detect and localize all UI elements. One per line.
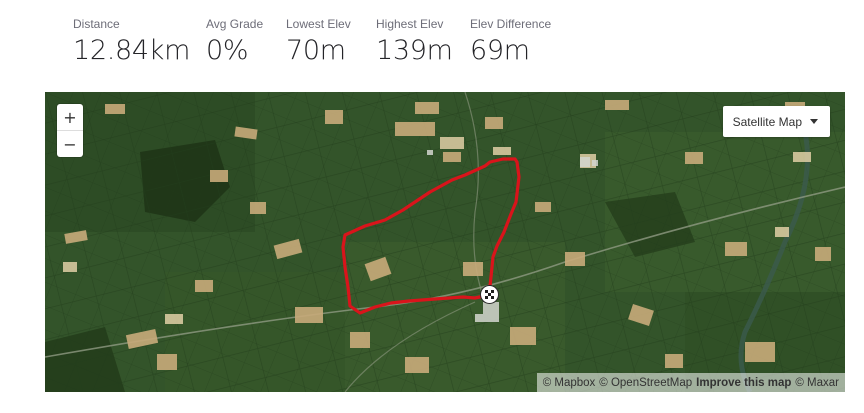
checkered-flag-icon: [482, 287, 497, 302]
zoom-out-button[interactable]: −: [57, 130, 83, 157]
stat-elev-difference-label: Elev Difference: [470, 17, 552, 31]
stat-distance-value: 12.84km: [73, 35, 191, 66]
zoom-in-button[interactable]: +: [57, 104, 83, 130]
stat-lowest-elev: Lowest Elev 70m: [286, 17, 351, 66]
caret-down-icon: [810, 119, 818, 124]
stat-lowest-elev-label: Lowest Elev: [286, 17, 351, 31]
stat-highest-elev: Highest Elev 139m: [376, 17, 453, 66]
stat-avg-grade-value: 0%: [206, 35, 249, 66]
stat-highest-elev-value: 139m: [376, 35, 453, 66]
map-attribution: © Mapbox © OpenStreetMap Improve this ma…: [536, 373, 845, 392]
maxar-attribution-link[interactable]: © Maxar: [795, 377, 839, 389]
route-map[interactable]: + − Satellite Map © Mapbox © OpenStreetM…: [45, 92, 845, 392]
zoom-controls: + −: [57, 104, 83, 157]
osm-attribution-link[interactable]: © OpenStreetMap: [599, 377, 692, 389]
satellite-imagery[interactable]: [45, 92, 845, 392]
route-stats: Distance 12.84km Avg Grade 0% Lowest Ele…: [0, 0, 864, 92]
stat-lowest-elev-value: 70m: [286, 35, 346, 66]
stat-avg-grade-label: Avg Grade: [206, 17, 264, 31]
stat-highest-elev-label: Highest Elev: [376, 17, 444, 31]
stat-distance: Distance 12.84km: [73, 17, 190, 66]
stat-elev-difference-value: 69m: [470, 35, 530, 66]
stat-elev-difference: Elev Difference 69m: [470, 17, 551, 66]
mapbox-attribution-link[interactable]: © Mapbox: [543, 377, 596, 389]
stat-distance-label: Distance: [73, 17, 120, 31]
map-type-dropdown[interactable]: Satellite Map: [722, 106, 830, 137]
minus-icon: −: [63, 134, 77, 154]
finish-marker[interactable]: [481, 286, 498, 303]
map-type-label: Satellite Map: [732, 114, 802, 129]
plus-icon: +: [63, 107, 77, 127]
stat-avg-grade: Avg Grade 0%: [206, 17, 263, 66]
improve-map-link[interactable]: Improve this map: [696, 377, 791, 389]
